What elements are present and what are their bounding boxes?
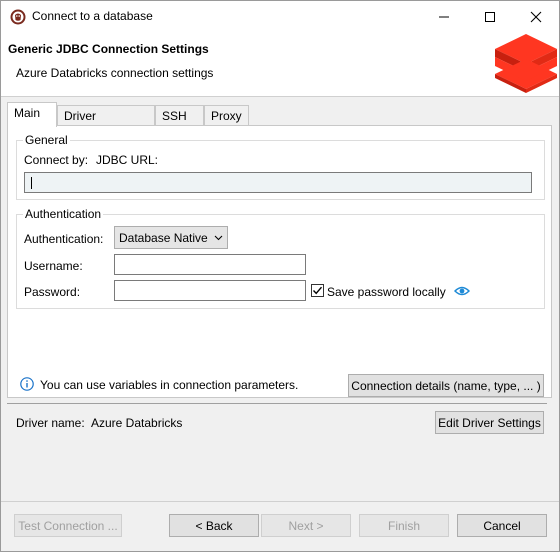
- back-label: < Back: [195, 518, 233, 533]
- test-connection-label: Test Connection ...: [18, 518, 118, 533]
- minimize-button[interactable]: [421, 1, 467, 32]
- password-input[interactable]: [114, 280, 306, 301]
- separator: [7, 403, 547, 404]
- password-label: Password:: [24, 285, 81, 299]
- tab-proxy[interactable]: Proxy: [204, 105, 249, 126]
- cancel-label: Cancel: [483, 518, 521, 533]
- username-input[interactable]: [114, 254, 306, 275]
- header-banner: Generic JDBC Connection Settings Azure D…: [1, 32, 559, 97]
- tab-ssh[interactable]: SSH: [155, 105, 204, 126]
- back-button[interactable]: < Back: [169, 514, 259, 537]
- maximize-icon: [485, 11, 495, 22]
- databricks-logo: [495, 34, 557, 93]
- username-label: Username:: [24, 259, 83, 273]
- connect-by-label: Connect by:: [24, 153, 89, 167]
- connection-dialog: Connect to a database Generic JDBC Conne…: [0, 0, 560, 552]
- maximize-button[interactable]: [467, 1, 513, 32]
- variables-info-text: You can use variables in connection para…: [40, 378, 299, 392]
- authentication-label: Authentication:: [24, 232, 104, 246]
- footer-separator: [1, 501, 559, 502]
- tab-label: Proxy: [211, 109, 242, 123]
- next-label: Next >: [288, 518, 324, 533]
- general-legend: General: [23, 133, 70, 147]
- connection-details-label: Connection details (name, type, ... ): [351, 378, 541, 393]
- text-caret: [31, 177, 32, 189]
- test-connection-button[interactable]: Test Connection ...: [14, 514, 122, 537]
- edit-driver-settings-button[interactable]: Edit Driver Settings: [435, 411, 544, 434]
- edit-driver-settings-label: Edit Driver Settings: [438, 415, 541, 430]
- finish-button[interactable]: Finish: [359, 514, 449, 537]
- authentication-select[interactable]: Database Native: [114, 226, 228, 249]
- title-bar: Connect to a database: [1, 1, 559, 32]
- save-password-checkbox[interactable]: [311, 284, 324, 297]
- next-button[interactable]: Next >: [261, 514, 351, 537]
- finish-label: Finish: [387, 518, 420, 533]
- tab-label: Main: [14, 106, 41, 120]
- save-password-label[interactable]: Save password locally: [327, 285, 446, 299]
- minimize-icon: [439, 16, 449, 17]
- tab-driver-properties[interactable]: Driver properties: [57, 105, 155, 137]
- banner-title: Generic JDBC Connection Settings: [8, 42, 209, 56]
- authentication-legend: Authentication: [23, 207, 104, 221]
- authentication-select-value: Database Native: [119, 231, 208, 245]
- close-icon: [530, 11, 542, 22]
- banner-subtitle: Azure Databricks connection settings: [16, 66, 214, 80]
- close-button[interactable]: [513, 1, 559, 32]
- cancel-button[interactable]: Cancel: [457, 514, 547, 537]
- connect-by-value: JDBC URL:: [96, 153, 159, 167]
- window-title: Connect to a database: [32, 9, 153, 23]
- driver-name-value: Azure Databricks: [91, 416, 183, 430]
- app-icon: [10, 9, 26, 25]
- tab-label: SSH: [162, 109, 187, 123]
- info-icon: [20, 377, 34, 391]
- tab-main[interactable]: Main: [7, 102, 57, 127]
- driver-name-label: Driver name:: [16, 416, 85, 430]
- eye-icon[interactable]: [454, 285, 470, 297]
- connection-details-button[interactable]: Connection details (name, type, ... ): [348, 374, 544, 397]
- checkmark-icon: [312, 286, 323, 295]
- jdbc-url-input[interactable]: [24, 172, 532, 193]
- chevron-down-icon: [214, 235, 223, 241]
